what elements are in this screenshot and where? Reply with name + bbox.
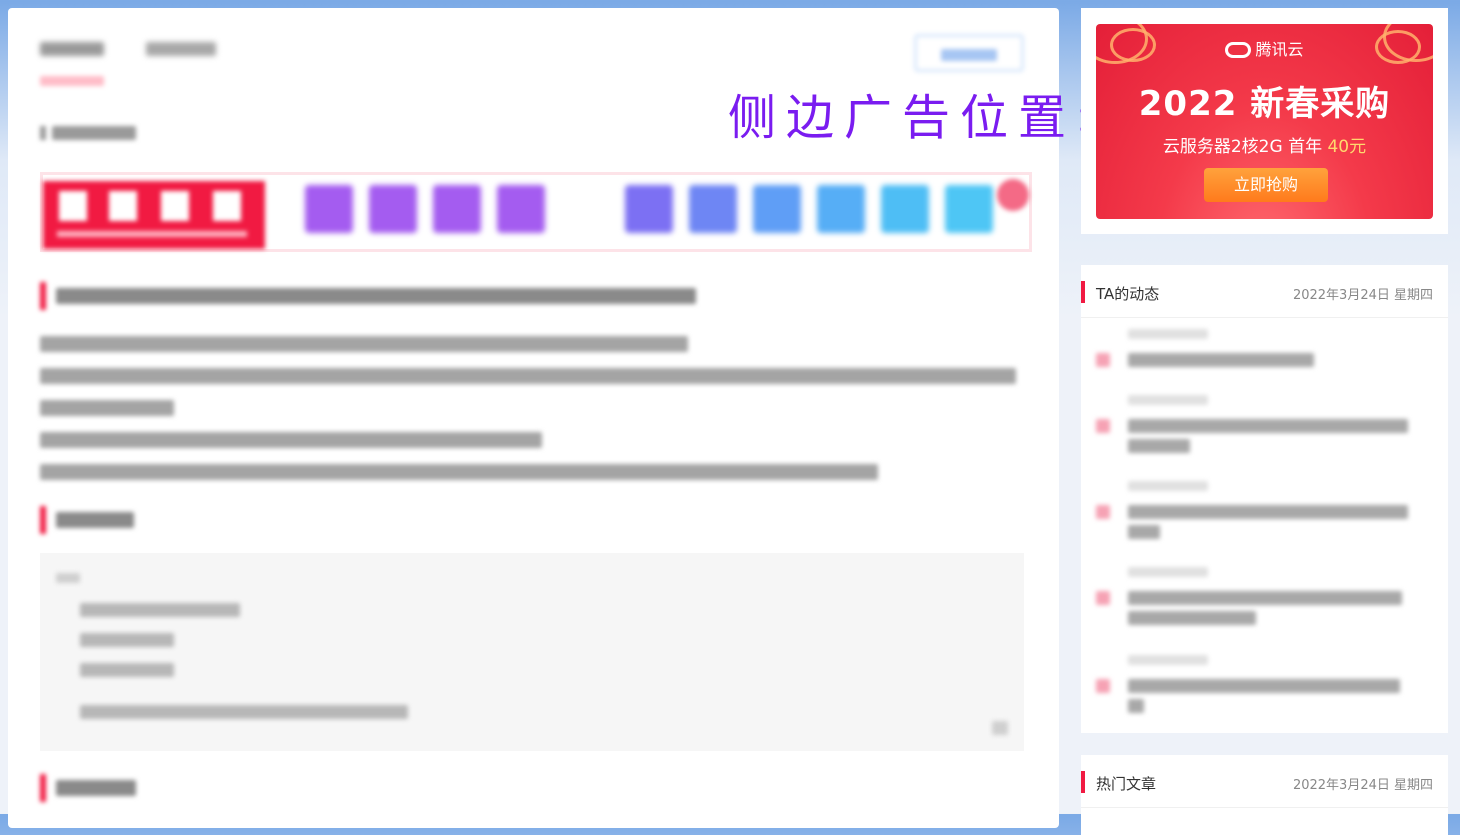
copy-icon[interactable]: [992, 721, 1008, 735]
body-text-line: [40, 336, 688, 352]
hot-articles-date: 2022年3月24日 星期四: [1292, 778, 1433, 793]
close-icon[interactable]: [997, 179, 1029, 211]
body-text-line: [40, 432, 542, 448]
ad-brand-text: 腾讯云: [1255, 40, 1304, 59]
banner-ad-text: [305, 185, 993, 233]
side-ad-position-label: 侧边广告位置»: [728, 78, 1115, 148]
section-title: [40, 282, 696, 310]
activity-title: TA的动态: [1096, 285, 1160, 303]
buy-now-button[interactable]: 立即抢购: [1204, 168, 1328, 202]
side-ad-card: 腾讯云 2022 新春采购 云服务器2核2G 首年 40元 立即抢购: [1081, 8, 1448, 234]
follow-button[interactable]: [914, 34, 1024, 72]
ad-title: 2022 新春采购: [1138, 84, 1391, 124]
active-tab-indicator: [40, 76, 104, 86]
overlay-label-text: 侧边广告位置: [728, 90, 1077, 146]
activity-card-header: TA的动态 2022年3月24日 星期四: [1081, 265, 1448, 318]
hot-articles-title: 热门文章: [1096, 775, 1157, 793]
cloud-logo-icon: [1225, 42, 1252, 58]
list-item[interactable]: [1096, 481, 1436, 545]
tab-first[interactable]: [40, 40, 104, 64]
activity-card: TA的动态 2022年3月24日 星期四: [1081, 265, 1448, 733]
tab-second[interactable]: [146, 40, 216, 64]
hot-articles-card: 热门文章 2022年3月24日 星期四: [1081, 755, 1448, 835]
article-tabs: [40, 40, 216, 64]
activity-date: 2022年3月24日 星期四: [1292, 288, 1433, 303]
section-title: [40, 774, 136, 802]
ad-brand: 腾讯云: [1096, 36, 1433, 60]
body-text-line: [40, 464, 878, 480]
body-text-line: [40, 400, 174, 416]
body-text-line: [40, 368, 1016, 384]
section-title: [40, 506, 134, 534]
list-item[interactable]: [1096, 329, 1436, 379]
banner-ad[interactable]: [40, 172, 1032, 252]
hot-articles-header: 热门文章 2022年3月24日 星期四: [1081, 755, 1448, 808]
banner-ad-logo: [43, 181, 265, 249]
side-ad-banner[interactable]: 腾讯云 2022 新春采购 云服务器2核2G 首年 40元 立即抢购: [1096, 24, 1433, 219]
list-item[interactable]: [1096, 567, 1436, 631]
code-block: [40, 553, 1024, 751]
ad-price: 40元: [1327, 137, 1367, 157]
breadcrumb: [40, 126, 136, 140]
ad-subtitle: 云服务器2核2G 首年 40元: [1096, 132, 1433, 157]
list-item[interactable]: [1096, 655, 1436, 719]
list-item[interactable]: [1096, 395, 1436, 459]
ad-subtitle-text: 云服务器2核2G 首年: [1162, 137, 1323, 157]
